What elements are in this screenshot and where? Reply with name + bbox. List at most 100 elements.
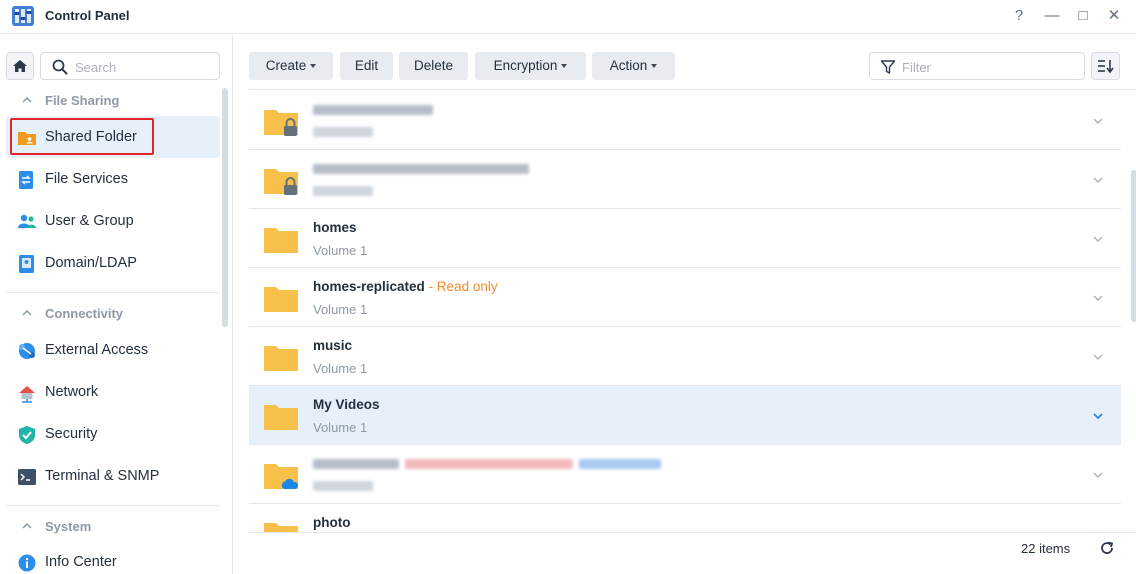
redacted-volume [313, 186, 373, 196]
redacted-name [405, 459, 573, 469]
external-access-icon [19, 343, 35, 359]
list-item[interactable] [249, 445, 1121, 504]
folder-icon [264, 287, 298, 312]
filter-input[interactable] [902, 58, 1072, 76]
redacted-volume [313, 127, 373, 137]
folder-locked-icon [264, 169, 298, 195]
home-button[interactable] [6, 52, 34, 80]
sidebar-item-file-services[interactable]: File Services [6, 158, 220, 200]
action-button-label: Action [609, 58, 648, 73]
section-label: File Sharing [45, 93, 120, 108]
sidebar-item-label: File Services [45, 171, 128, 187]
maximize-button[interactable]: □ [1072, 6, 1094, 26]
edit-button[interactable]: Edit [340, 52, 393, 80]
main-panel: Create Edit Delete Encryption Action Fil… [234, 35, 1136, 574]
user-group-icon [18, 214, 36, 228]
encryption-button[interactable]: Encryption [475, 52, 586, 80]
list-item[interactable]: homes-replicated - Read only Volume 1 [249, 268, 1121, 327]
caret-down-icon [561, 64, 568, 69]
redacted-name [313, 105, 433, 115]
folder-locked-icon [264, 110, 298, 136]
filter-icon [880, 60, 896, 74]
filter-field[interactable] [869, 52, 1085, 80]
folder-icon [264, 228, 298, 253]
redacted-volume [313, 481, 373, 491]
list-item[interactable]: music Volume 1 [249, 327, 1121, 386]
domain-ldap-icon [19, 255, 34, 273]
control-panel-app-icon [12, 6, 34, 26]
redacted-name [579, 459, 661, 469]
folder-name: homes-replicated - Read only [313, 279, 498, 294]
section-divider [6, 292, 220, 293]
sort-icon [1098, 60, 1114, 74]
refresh-icon[interactable] [1099, 540, 1115, 556]
folder-icon [264, 405, 298, 430]
redacted-name [313, 459, 399, 469]
sidebar-item-domain-ldap[interactable]: Domain/LDAP [6, 242, 220, 284]
list-item[interactable] [249, 91, 1121, 150]
create-button[interactable]: Create [249, 52, 333, 80]
home-icon [13, 60, 27, 72]
delete-button[interactable]: Delete [399, 52, 468, 80]
list-item[interactable]: homes Volume 1 [249, 209, 1121, 268]
sidebar-item-label: Security [45, 426, 98, 442]
folder-name-text: homes-replicated [313, 279, 425, 294]
section-connectivity[interactable]: Connectivity [0, 304, 222, 324]
folder-name: photo [313, 515, 351, 530]
section-system[interactable]: System [0, 517, 222, 537]
terminal-icon [18, 469, 36, 485]
chevron-down-icon[interactable] [1092, 233, 1104, 245]
section-divider [6, 505, 220, 506]
sidebar-scrollbar[interactable] [222, 88, 228, 327]
section-label: Connectivity [45, 306, 124, 321]
chevron-down-icon[interactable] [1092, 115, 1104, 127]
list-scrollbar[interactable] [1131, 170, 1136, 322]
security-shield-icon [19, 426, 35, 444]
chevron-up-icon [22, 309, 32, 316]
chevron-down-icon[interactable] [1092, 174, 1104, 186]
folder-icon [264, 346, 298, 371]
list-item[interactable] [249, 150, 1121, 209]
file-services-icon [19, 171, 33, 189]
chevron-up-icon [22, 522, 32, 529]
sidebar-item-network[interactable]: Network [6, 371, 220, 413]
selection-highlight [10, 118, 154, 155]
folder-name: My Videos [313, 397, 380, 412]
encryption-button-label: Encryption [493, 58, 558, 73]
help-button[interactable]: ? [1008, 6, 1030, 26]
create-button-label: Create [265, 58, 307, 73]
section-file-sharing[interactable]: File Sharing [0, 91, 222, 111]
section-label: System [45, 519, 92, 534]
caret-down-icon [310, 64, 317, 69]
sort-button[interactable] [1091, 52, 1120, 80]
window-title: Control Panel [45, 8, 130, 23]
sidebar-item-terminal-snmp[interactable]: Terminal & SNMP [6, 455, 220, 497]
sidebar-item-user-group[interactable]: User & Group [6, 200, 220, 242]
search-input[interactable] [75, 58, 210, 76]
minimize-button[interactable]: — [1041, 6, 1063, 26]
sidebar-item-label: Network [45, 384, 99, 400]
sidebar-item-security[interactable]: Security [6, 413, 220, 455]
title-bar: Control Panel ? — □ ✕ [0, 0, 1136, 34]
chevron-up-icon [22, 96, 32, 103]
search-icon [52, 59, 68, 75]
folder-icon [264, 523, 298, 532]
sidebar-item-info-center[interactable]: Info Center [6, 541, 220, 574]
sidebar-item-label: Domain/LDAP [45, 255, 137, 271]
chevron-down-icon[interactable] [1092, 469, 1104, 481]
folder-volume: Volume 1 [313, 361, 368, 376]
action-button[interactable]: Action [592, 52, 675, 80]
list-item-selected[interactable]: My Videos Volume 1 [249, 386, 1121, 445]
list-item[interactable]: photo [249, 504, 1121, 532]
sidebar-search[interactable] [40, 52, 220, 80]
chevron-down-icon[interactable] [1092, 410, 1104, 422]
shared-folder-list: homes Volume 1 homes-replicated - Read o… [249, 89, 1136, 532]
list-footer: 22 items [249, 532, 1136, 562]
control-panel-window: Control Panel ? — □ ✕ File Sharing [0, 0, 1136, 574]
sidebar-item-external-access[interactable]: External Access [6, 329, 220, 371]
close-button[interactable]: ✕ [1103, 6, 1125, 26]
chevron-down-icon[interactable] [1092, 292, 1104, 304]
network-icon [19, 386, 35, 403]
chevron-down-icon[interactable] [1092, 351, 1104, 363]
sidebar: File Sharing Shared Folder File Services [0, 35, 233, 574]
